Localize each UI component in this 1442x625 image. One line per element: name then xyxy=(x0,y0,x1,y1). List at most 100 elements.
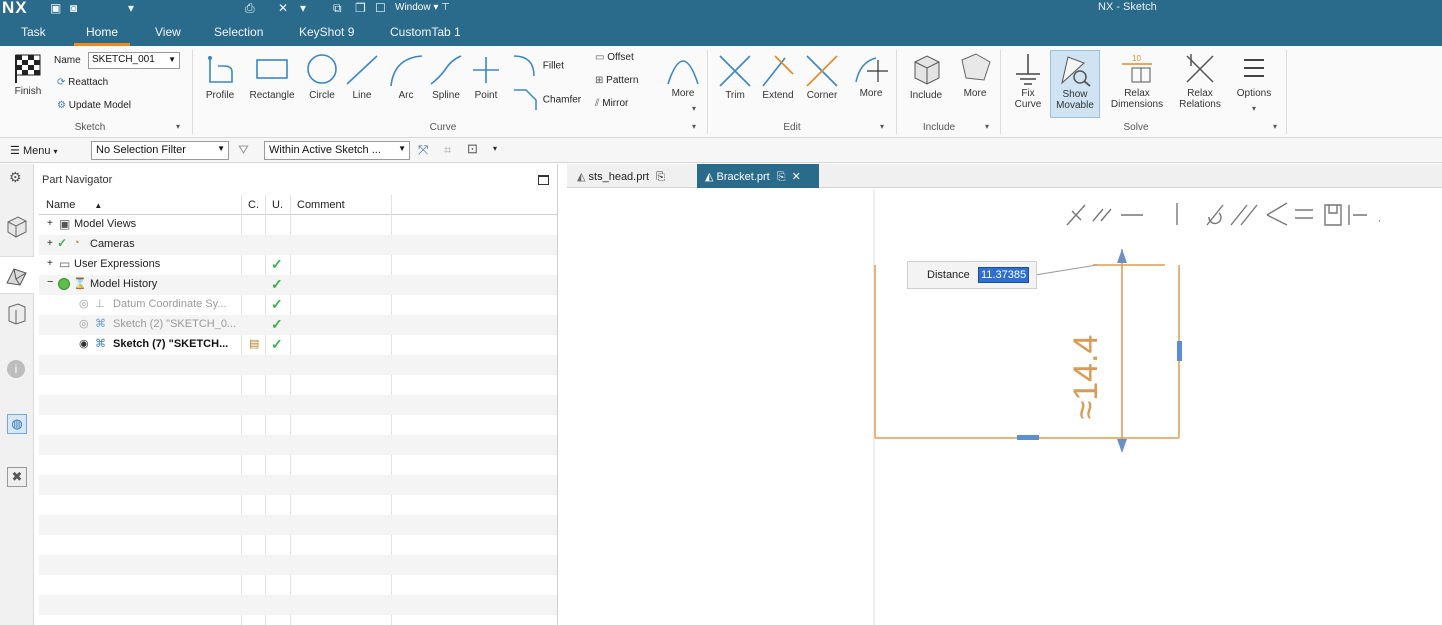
tab-view[interactable]: View xyxy=(155,25,181,39)
trim-button[interactable]: Trim xyxy=(716,54,754,101)
equal-length-icon[interactable] xyxy=(1295,209,1313,219)
sketch-profile[interactable] xyxy=(874,264,1180,439)
fillet-button[interactable]: Fillet xyxy=(512,54,564,78)
include-more-button[interactable]: More xyxy=(956,52,994,99)
tree-row-label: Datum Coordinate Sy... xyxy=(113,298,227,310)
assembly-navigator-icon[interactable] xyxy=(4,214,30,240)
info-icon[interactable]: i xyxy=(7,360,25,378)
fix-curve-button[interactable]: Fix Curve xyxy=(1006,52,1050,110)
visible-eye-icon[interactable]: ◉ xyxy=(79,337,89,350)
tree-row-model-views[interactable]: + ▣ Model Views xyxy=(39,215,557,235)
tree-row-sketch-2[interactable]: ◎ ⌘ Sketch (2) "SKETCH_0... ✓ xyxy=(39,315,557,335)
constraint-toolbar[interactable] xyxy=(1066,202,1380,226)
show-movable-button[interactable]: Show Movable xyxy=(1050,50,1100,118)
quick-access-dropdown-icon[interactable]: ▾ xyxy=(128,1,134,15)
circle-button[interactable]: Circle xyxy=(304,54,340,101)
part-navigator-tab[interactable] xyxy=(0,256,34,294)
snap-dropdown-icon[interactable]: ▾ xyxy=(493,144,497,153)
select-curve-icon[interactable]: ⤧ xyxy=(418,142,428,158)
pattern-button[interactable]: ⊞ Pattern xyxy=(595,75,638,86)
edit-more-button[interactable]: More xyxy=(852,52,890,99)
spline-button[interactable]: Spline xyxy=(428,54,464,101)
curve-more-button[interactable]: More xyxy=(664,52,702,99)
selection-scope-dropdown[interactable]: Within Active Sketch ... ▼ xyxy=(264,141,410,160)
close-file-icon[interactable]: ✕ xyxy=(278,1,288,15)
tab-home[interactable]: Home xyxy=(74,18,131,46)
curve-more-caret-icon[interactable]: ▾ xyxy=(692,104,696,113)
mirror-button[interactable]: ⫽ Mirror xyxy=(595,98,628,109)
distance-value-field[interactable]: 11.37385 xyxy=(978,267,1030,283)
expand-plus-icon[interactable]: + xyxy=(47,258,53,269)
relax-relations-button[interactable]: Relax Relations xyxy=(1174,52,1226,110)
print-icon[interactable]: ⎙ xyxy=(245,1,255,16)
filter-funnel-icon[interactable]: ⛛ xyxy=(238,142,249,158)
midpoint-icon[interactable] xyxy=(1348,205,1367,225)
corner-button[interactable]: Corner xyxy=(802,54,842,101)
tree-row-user-expressions[interactable]: + ▭ User Expressions ✓ xyxy=(39,255,557,275)
fixed-icon[interactable] xyxy=(1324,204,1342,226)
close-tab-icon[interactable]: ✕ xyxy=(792,171,801,183)
offset-button[interactable]: ▭ Offset xyxy=(595,52,634,63)
coincident-icon[interactable] xyxy=(1066,204,1086,226)
tree-row-sketch-7[interactable]: ◉ ⌘ Sketch (7) "SKETCH... ▤ ✓ xyxy=(39,335,557,355)
window-icon[interactable]: ☐ xyxy=(375,1,386,15)
arc-button[interactable]: Arc xyxy=(386,54,426,101)
collapse-minus-icon[interactable]: − xyxy=(47,276,53,288)
tab-customtab[interactable]: CustomTab 1 xyxy=(390,25,461,39)
include-group-caret-icon[interactable]: ▾ xyxy=(985,122,989,131)
reuse-library-icon[interactable] xyxy=(4,301,30,327)
tab-keyshot[interactable]: KeyShot 9 xyxy=(299,25,354,39)
graphics-window[interactable]: ◭ sts_head.prt ⎘ ◭ Bracket.prt ⎘ ✕ ≈14.4… xyxy=(567,164,1442,625)
options-button[interactable]: Options xyxy=(1230,52,1278,99)
curve-group-caret-icon[interactable]: ▾ xyxy=(692,122,696,131)
tab-task[interactable]: Task xyxy=(21,25,46,39)
copy-icon[interactable]: ❐ xyxy=(355,1,366,15)
vertical-dimension[interactable]: ≈14.4 xyxy=(1067,249,1127,453)
doc-tab-sts-head[interactable]: ◭ sts_head.prt ⎘ xyxy=(569,164,673,188)
include-button[interactable]: Include xyxy=(904,52,948,101)
update-model-button[interactable]: ⚙ Update Model xyxy=(57,100,131,111)
parallel-icon[interactable] xyxy=(1230,204,1258,226)
maximize-icon[interactable] xyxy=(538,175,549,185)
save-icon[interactable]: ▣ xyxy=(50,1,61,15)
settings-gear-icon[interactable]: ⚙ xyxy=(9,169,22,186)
chamfer-button[interactable]: Chamfer xyxy=(512,88,581,112)
doc-tab-bracket[interactable]: ◭ Bracket.prt ⎘ ✕ xyxy=(697,164,819,188)
window-menu[interactable]: Window ▾ ⊤ xyxy=(395,2,450,13)
sketch-name-field[interactable]: SKETCH_001 ▼ xyxy=(88,52,180,69)
point-on-curve-icon[interactable] xyxy=(1092,208,1112,222)
tree-row-model-history[interactable]: − ⌛ Model History ✓ xyxy=(39,275,557,295)
camera-icon[interactable]: ◙ xyxy=(70,1,77,15)
hidden-eye-icon[interactable]: ◎ xyxy=(79,297,89,310)
switch-window-icon[interactable]: ⧉ xyxy=(333,1,342,16)
distance-input-box[interactable]: Distance 11.37385 xyxy=(907,261,1037,289)
rectangle-button[interactable]: Rectangle xyxy=(244,54,300,101)
roles-tools-icon[interactable]: ✖ xyxy=(7,467,27,487)
tangent-icon[interactable] xyxy=(1206,204,1224,226)
point-button[interactable]: Point xyxy=(468,54,504,101)
tree-row-cameras[interactable]: + ✓ ◔ Cameras xyxy=(39,235,557,255)
finish-button[interactable]: Finish xyxy=(10,52,46,97)
extend-button[interactable]: Extend xyxy=(758,54,798,101)
sketch-group-caret-icon[interactable]: ▾ xyxy=(176,122,180,131)
expand-plus-icon[interactable]: + xyxy=(47,218,53,229)
selection-filter-dropdown[interactable]: No Selection Filter ▼ xyxy=(91,141,229,160)
sketch-canvas[interactable]: ≈14.4 xyxy=(567,189,1442,625)
perpendicular-icon[interactable] xyxy=(1266,202,1288,226)
tree-row-datum-csys[interactable]: ◎ ⊥ Datum Coordinate Sy... ✓ xyxy=(39,295,557,315)
reattach-button[interactable]: ⟳ Reattach xyxy=(57,77,108,88)
solve-group-caret-icon[interactable]: ▾ xyxy=(1273,122,1277,131)
snap-point-icon[interactable]: ⊡ xyxy=(467,141,478,157)
relax-dimensions-button[interactable]: 10 Relax Dimensions xyxy=(1106,52,1168,110)
edit-group-caret-icon[interactable]: ▾ xyxy=(880,122,884,131)
profile-button[interactable]: Profile xyxy=(200,54,240,101)
tab-selection[interactable]: Selection xyxy=(214,25,263,39)
line-button[interactable]: Line xyxy=(344,54,380,101)
hidden-eye-icon[interactable]: ◎ xyxy=(79,317,89,330)
close-dropdown-icon[interactable]: ▾ xyxy=(300,1,306,15)
select-feature-icon[interactable]: ⌗ xyxy=(444,142,451,158)
expand-plus-icon[interactable]: + xyxy=(47,238,53,249)
menu-button[interactable]: ☰ Menu ▾ xyxy=(10,144,58,157)
web-browser-icon[interactable]: ◍ xyxy=(7,414,27,434)
options-caret-icon[interactable]: ▾ xyxy=(1252,104,1256,113)
